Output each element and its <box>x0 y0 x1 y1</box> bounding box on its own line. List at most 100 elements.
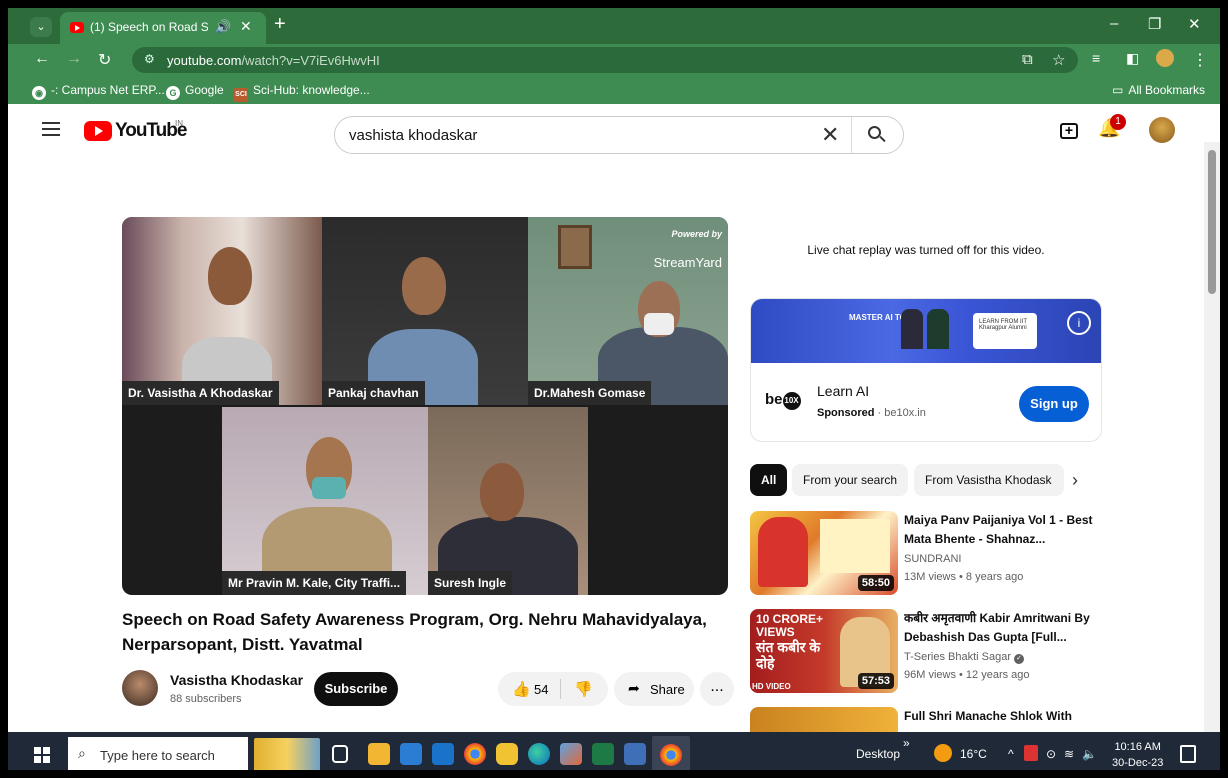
create-icon[interactable]: + <box>1060 123 1078 139</box>
participant-tile: Dr. Vasistha A Khodaskar <box>122 217 322 405</box>
word-icon[interactable] <box>624 743 646 765</box>
account-avatar[interactable] <box>1149 117 1175 143</box>
search-box[interactable]: vashista khodaskar ✕ <box>334 116 904 154</box>
bookmark-campus-net[interactable]: ◉ -: Campus Net ERP... <box>32 83 165 100</box>
ad-signup-button[interactable]: Sign up <box>1019 386 1089 422</box>
search-icon[interactable] <box>868 124 886 146</box>
clear-search-icon[interactable]: ✕ <box>821 122 839 148</box>
more-actions-button[interactable]: ... <box>700 672 734 706</box>
bookmark-sci-hub[interactable]: SCI Sci-Hub: knowledge... <box>234 83 370 102</box>
new-tab-button[interactable]: + <box>274 13 286 36</box>
video-thumbnail[interactable] <box>750 707 898 732</box>
recommendation-item[interactable]: 58:50 Maiya Panv Paijaniya Vol 1 - Best … <box>750 511 1110 603</box>
tab-search-button[interactable]: ⌄ <box>30 17 52 37</box>
camera-icon[interactable]: ⊙ <box>1046 747 1056 761</box>
video-thumbnail[interactable]: 58:50 <box>750 511 898 595</box>
excel-icon[interactable] <box>592 743 614 765</box>
menu-icon[interactable] <box>42 122 60 136</box>
thumbs-down-icon[interactable]: 👎 <box>574 680 593 698</box>
chip-from-search[interactable]: From your search <box>792 464 909 496</box>
chip-from-channel[interactable]: From Vasistha Khodask <box>914 464 1064 496</box>
participant-tile: Pankaj chavhan <box>322 217 528 405</box>
mail-icon[interactable] <box>432 743 454 765</box>
desktop-toolbar[interactable]: Desktop <box>856 747 900 761</box>
chevron-right-icon[interactable]: › <box>1072 470 1078 491</box>
sponsored-ad[interactable]: MASTER AI TOOLS LEARN FROM IIT Kharagpur… <box>750 298 1102 442</box>
weather-sun-icon[interactable] <box>934 744 952 762</box>
recommendation-channel[interactable]: T-Series Bhakti Sagar ✓ <box>904 651 1025 664</box>
info-icon[interactable]: i <box>1067 311 1091 335</box>
wifi-icon[interactable]: ≋ <box>1064 747 1074 761</box>
subscribe-button[interactable]: Subscribe <box>314 672 398 706</box>
chrome-active-icon[interactable] <box>652 736 690 770</box>
edge-icon[interactable] <box>528 743 550 765</box>
recommendation-item[interactable]: 10 CRORE+ VIEWS संत कबीर के दोहे HD VIDE… <box>750 609 1110 701</box>
chrome-icon[interactable] <box>464 743 486 765</box>
all-bookmarks[interactable]: ▭ All Bookmarks <box>1112 83 1205 97</box>
menu-kebab-icon[interactable]: ⋮ <box>1192 50 1208 70</box>
filter-chips: All From your search From Vasistha Khoda… <box>750 464 1102 496</box>
back-icon[interactable]: ← <box>34 50 50 68</box>
search-input[interactable]: vashista khodaskar <box>349 127 477 144</box>
streamyard-watermark: Powered by StreamYard <box>653 229 722 270</box>
news-widget-icon[interactable] <box>254 738 320 770</box>
volume-icon[interactable]: 🔈 <box>1082 747 1097 761</box>
reading-list-icon[interactable]: ≡ <box>1092 50 1100 66</box>
recommendation-title[interactable]: Full Shri Manache Shlok With <box>904 707 1094 726</box>
ad-sponsored-line: Sponsored · be10x.in <box>817 407 926 419</box>
ad-title[interactable]: Learn AI <box>817 383 869 399</box>
minimize-icon[interactable]: – <box>1110 15 1118 32</box>
windows-taskbar: ⌕ Type here to search Desktop » 16°C ^ ⊙… <box>8 732 1220 770</box>
lyrics-panel <box>820 519 890 573</box>
address-bar[interactable]: ⚙ youtube.com/watch?v=V7iEv6HwvHI ⧉ ☆ <box>132 47 1078 73</box>
file-explorer-icon[interactable] <box>368 743 390 765</box>
share-button[interactable]: ➦ Share <box>614 672 694 706</box>
wall-photo <box>558 225 592 269</box>
cast-icon[interactable]: ⧉ <box>1022 51 1033 68</box>
recommendation-channel[interactable]: SUNDRANI <box>904 553 961 565</box>
temperature[interactable]: 16°C <box>960 747 987 761</box>
like-count[interactable]: 54 <box>534 682 548 697</box>
recommendation-title[interactable]: कबीर अमृतवाणी Kabir Amritwani By Debashi… <box>904 609 1094 647</box>
thumbs-up-icon[interactable]: 👍 <box>512 680 531 698</box>
tray-expand-icon[interactable]: ^ <box>1008 747 1014 761</box>
youtube-logo[interactable]: YouTube IN <box>84 119 187 145</box>
shield-app-icon[interactable] <box>496 743 518 765</box>
duration-badge: 58:50 <box>857 575 894 591</box>
tray-app-icon[interactable] <box>1024 745 1038 761</box>
windows-start-icon[interactable] <box>34 747 50 763</box>
side-panel-icon[interactable]: ◧ <box>1126 50 1139 67</box>
photos-icon[interactable] <box>560 743 582 765</box>
forward-icon[interactable]: → <box>66 50 82 68</box>
youtube-favicon-icon <box>70 22 84 33</box>
recommendation-item[interactable]: Full Shri Manache Shlok With <box>750 707 1110 732</box>
profile-avatar[interactable] <box>1156 49 1174 67</box>
store-icon[interactable] <box>400 743 422 765</box>
video-title: Speech on Road Safety Awareness Program,… <box>122 610 707 654</box>
close-tab-icon[interactable]: ✕ <box>240 18 252 35</box>
bookmark-google[interactable]: G Google <box>166 83 224 100</box>
face-mask <box>312 477 346 499</box>
presenter-figure <box>901 309 923 349</box>
notification-center-icon[interactable] <box>1180 745 1196 763</box>
toolbar-expand-icon[interactable]: » <box>903 736 910 750</box>
ad-banner[interactable]: MASTER AI TOOLS LEARN FROM IIT Kharagpur… <box>751 299 1101 363</box>
channel-name[interactable]: Vasistha Khodaskar <box>170 672 303 688</box>
reload-icon[interactable]: ↻ <box>98 50 111 70</box>
restore-icon[interactable]: ❐ <box>1148 15 1161 33</box>
youtube-play-icon <box>84 121 112 141</box>
channel-avatar[interactable] <box>122 670 158 706</box>
close-window-icon[interactable]: ✕ <box>1188 15 1201 33</box>
video-player[interactable]: Dr. Vasistha A Khodaskar Pankaj chavhan … <box>122 217 728 595</box>
page-scrollbar[interactable] <box>1204 142 1220 732</box>
bookmark-star-icon[interactable]: ☆ <box>1052 51 1065 69</box>
task-view-icon[interactable] <box>332 745 348 763</box>
taskbar-search[interactable]: ⌕ Type here to search <box>68 737 248 770</box>
recommendation-title[interactable]: Maiya Panv Paijaniya Vol 1 - Best Mata B… <box>904 511 1094 549</box>
speaker-icon[interactable]: 🔊 <box>215 19 231 35</box>
active-tab[interactable]: (1) Speech on Road Safety / 🔊 ✕ <box>60 12 266 44</box>
chip-all[interactable]: All <box>750 464 788 496</box>
video-thumbnail[interactable]: 10 CRORE+ VIEWS संत कबीर के दोहे HD VIDE… <box>750 609 898 693</box>
system-clock[interactable]: 10:16 AM 30-Dec-23 <box>1112 739 1163 770</box>
site-info-icon[interactable]: ⚙ <box>144 52 155 66</box>
